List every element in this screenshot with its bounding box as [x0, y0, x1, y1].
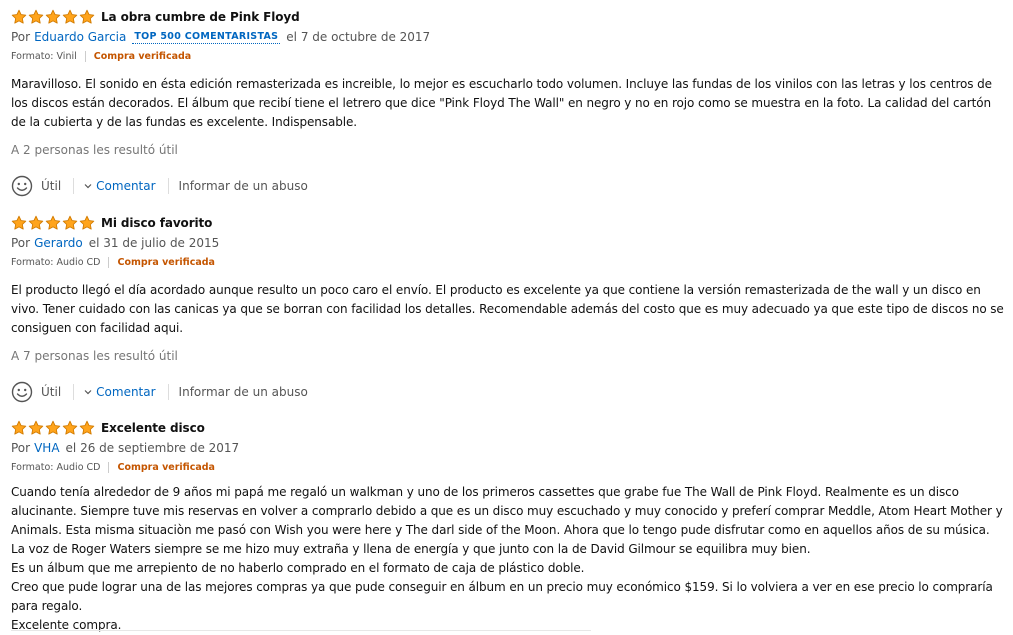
review-paragraph: Creo que pude lograr una de las mejores … — [11, 580, 993, 613]
author-link[interactable]: Eduardo Garcia — [34, 30, 126, 44]
review-2: Mi disco favorito Por Gerardo el 31 de j… — [11, 214, 1006, 405]
review-header: La obra cumbre de Pink Floyd — [11, 8, 1006, 26]
comment-label[interactable]: Comentar — [96, 179, 155, 193]
helpful-button[interactable]: Útil — [41, 385, 61, 399]
review-title[interactable]: Mi disco favorito — [101, 216, 212, 230]
review-meta: Formato: Vinil Compra verificada — [11, 48, 1006, 64]
review-header: Mi disco favorito — [11, 214, 1006, 232]
review-paragraph: Es un álbum que me arrepiento de no habe… — [11, 561, 585, 575]
comment-label[interactable]: Comentar — [96, 385, 155, 399]
star-icon — [11, 215, 27, 230]
review-paragraph: El producto llegó el día acordado aunque… — [11, 283, 1004, 335]
by-prefix: Por — [11, 441, 31, 455]
star-icon — [28, 420, 44, 435]
format-label: Formato: Vinil — [11, 50, 77, 62]
review-body: Cuando tenía alrededor de 9 años mi papá… — [11, 483, 1006, 635]
star-icon — [62, 9, 78, 24]
review-date: el 26 de septiembre de 2017 — [65, 441, 240, 455]
star-icon — [79, 420, 95, 435]
smiley-icon[interactable] — [11, 381, 33, 403]
review-date: el 31 de julio de 2015 — [88, 236, 220, 250]
report-abuse-link[interactable]: Informar de un abuso — [179, 385, 308, 399]
format-label: Formato: Audio CD — [11, 256, 101, 268]
star-rating[interactable] — [11, 215, 95, 231]
review-3: Excelente disco Por VHA el 26 de septiem… — [11, 419, 1006, 635]
review-header: Excelente disco — [11, 419, 1006, 437]
meta-separator — [108, 461, 110, 473]
review-body: Maravilloso. El sonido en ésta edición r… — [11, 75, 1006, 132]
reviewer-badge[interactable]: TOP 500 COMENTARISTAS — [132, 31, 281, 44]
comment-link[interactable]: Comentar — [84, 179, 156, 193]
review-actions: Útil Comentar Informar de un abuso — [11, 173, 1006, 199]
verified-purchase-badge: Compra verificada — [117, 461, 215, 473]
star-icon — [62, 215, 78, 230]
star-icon — [45, 215, 61, 230]
star-icon — [11, 9, 27, 24]
review-paragraph: Excelente compra. — [11, 618, 122, 632]
by-prefix: Por — [11, 30, 31, 44]
star-rating[interactable] — [11, 420, 95, 436]
review-meta: Formato: Audio CD Compra verificada — [11, 254, 1006, 270]
review-date: el 7 de octubre de 2017 — [286, 30, 431, 44]
action-separator — [73, 178, 75, 194]
author-link[interactable]: Gerardo — [34, 236, 83, 250]
star-icon — [28, 9, 44, 24]
verified-purchase-badge: Compra verificada — [93, 50, 192, 62]
review-paragraph: Cuando tenía alrededor de 9 años mi papá… — [11, 485, 1003, 556]
helpful-button[interactable]: Útil — [41, 179, 61, 193]
comment-link[interactable]: Comentar — [84, 385, 156, 399]
report-abuse-link[interactable]: Informar de un abuso — [179, 179, 308, 193]
star-icon — [11, 420, 27, 435]
star-icon — [45, 420, 61, 435]
review-meta: Formato: Audio CD Compra verificada — [11, 459, 1006, 475]
chevron-down-icon — [84, 184, 92, 189]
smiley-icon[interactable] — [11, 175, 33, 197]
star-icon — [79, 215, 95, 230]
review-title[interactable]: La obra cumbre de Pink Floyd — [101, 10, 300, 24]
review-byline: Por Gerardo el 31 de julio de 2015 — [11, 234, 1006, 252]
star-icon — [45, 9, 61, 24]
review-body: El producto llegó el día acordado aunque… — [11, 281, 1006, 338]
bottom-divider — [11, 630, 591, 631]
star-icon — [62, 420, 78, 435]
review-title[interactable]: Excelente disco — [101, 421, 205, 435]
review-byline: Por Eduardo Garcia TOP 500 COMENTARISTAS… — [11, 28, 1006, 46]
star-icon — [28, 215, 44, 230]
review-1: La obra cumbre de Pink Floyd Por Eduardo… — [11, 8, 1006, 199]
chevron-down-icon — [84, 390, 92, 395]
helpful-count: A 7 personas les resultó útil — [11, 349, 178, 363]
meta-separator — [108, 256, 110, 268]
review-paragraph: Maravilloso. El sonido en ésta edición r… — [11, 77, 992, 129]
author-link[interactable]: VHA — [34, 441, 59, 455]
verified-purchase-badge: Compra verificada — [117, 256, 215, 268]
star-icon — [79, 9, 95, 24]
format-label: Formato: Audio CD — [11, 461, 101, 473]
review-actions: Útil Comentar Informar de un abuso — [11, 379, 1006, 405]
meta-separator — [84, 50, 86, 62]
review-byline: Por VHA el 26 de septiembre de 2017 — [11, 439, 1006, 457]
by-prefix: Por — [11, 236, 31, 250]
action-separator — [167, 384, 169, 400]
star-rating[interactable] — [11, 9, 95, 25]
helpful-count: A 2 personas les resultó útil — [11, 143, 178, 157]
action-separator — [73, 384, 75, 400]
action-separator — [167, 178, 169, 194]
